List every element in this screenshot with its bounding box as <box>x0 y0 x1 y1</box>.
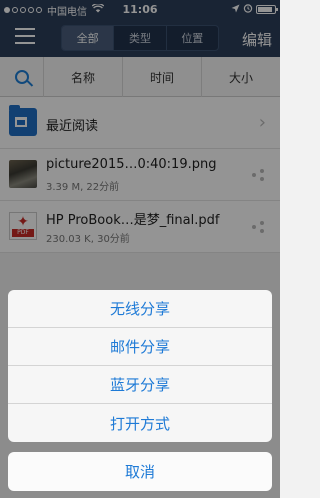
cancel-button[interactable]: 取消 <box>8 452 272 491</box>
wireless-share-option[interactable]: 无线分享 <box>8 290 272 328</box>
open-with-option[interactable]: 打开方式 <box>8 404 272 442</box>
email-share-option[interactable]: 邮件分享 <box>8 328 272 366</box>
bluetooth-share-option[interactable]: 蓝牙分享 <box>8 366 272 404</box>
action-sheet: 无线分享 邮件分享 蓝牙分享 打开方式 <box>8 290 272 442</box>
